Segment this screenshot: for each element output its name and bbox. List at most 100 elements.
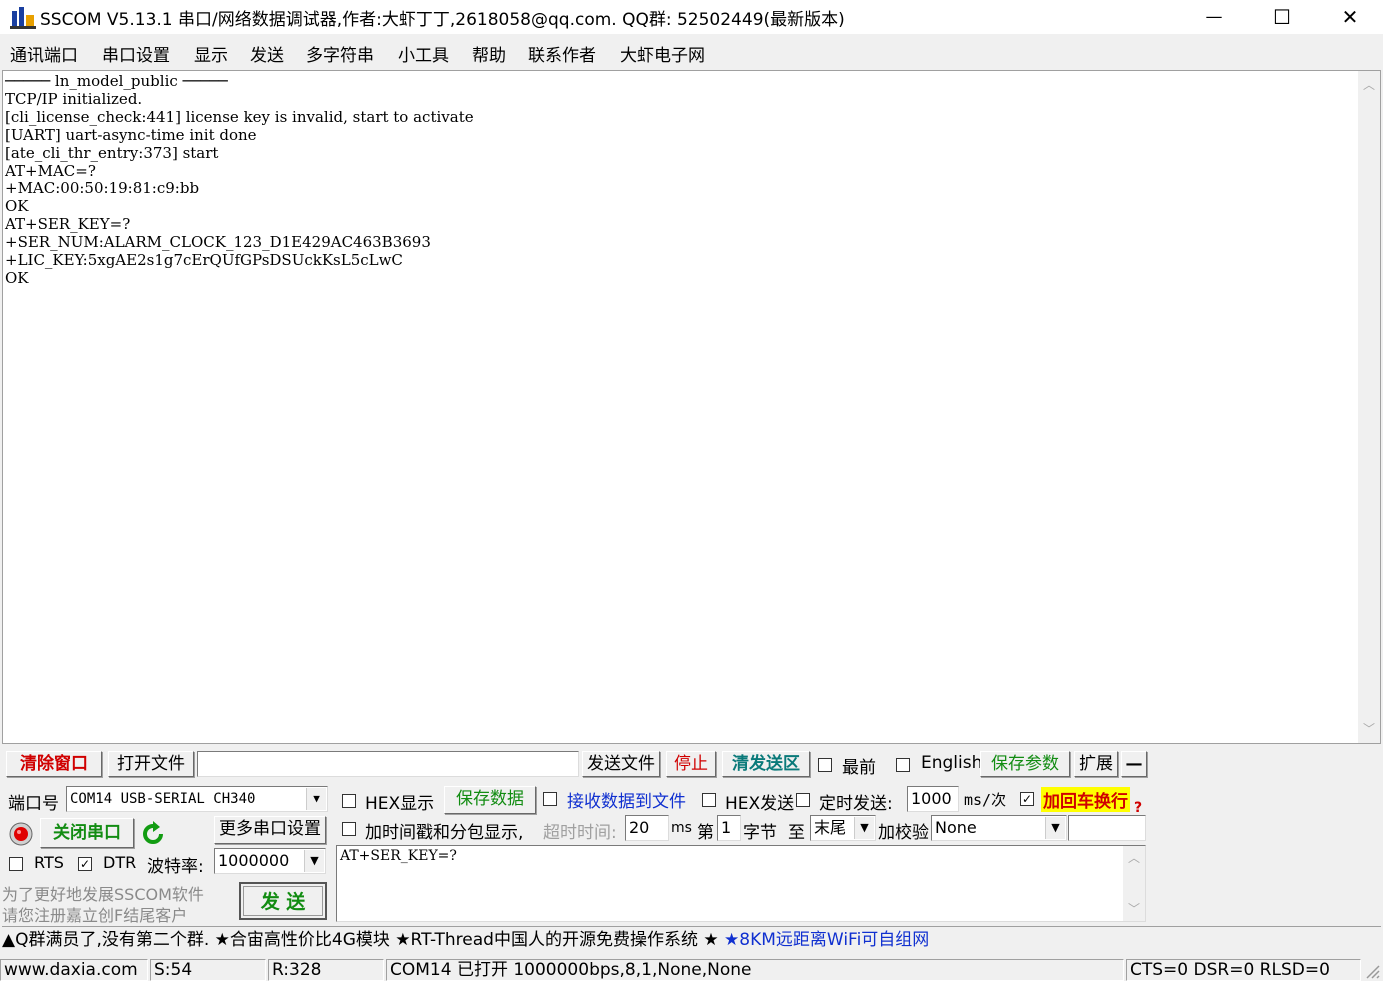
- minimize-icon: —: [1205, 7, 1223, 27]
- refresh-icon[interactable]: [141, 821, 165, 847]
- checksum-select-value: None: [935, 818, 977, 837]
- english-checkbox[interactable]: [896, 758, 910, 772]
- help-icon[interactable]: ?: [1134, 800, 1142, 816]
- hex-send-checkbox[interactable]: [702, 793, 716, 807]
- dtr-label: DTR: [103, 853, 137, 872]
- baud-select-value: 1000000: [218, 851, 290, 870]
- app-icon: [10, 5, 36, 29]
- stop-button[interactable]: 停止: [666, 751, 716, 777]
- timeout-label: 超时时间:: [543, 823, 617, 843]
- menu-bar: 通讯端口 串口设置 显示 发送 多字符串 小工具 帮助 联系作者 大虾电子网: [0, 38, 1383, 68]
- port-status-icon: [9, 822, 33, 846]
- status-received-count: R:328: [268, 959, 384, 981]
- interval-input[interactable]: 1000: [907, 786, 959, 812]
- receive-scrollbar[interactable]: ︿ ﹀: [1358, 71, 1380, 743]
- file-path-input[interactable]: [197, 751, 579, 777]
- menu-multi-string[interactable]: 多字符串: [306, 41, 374, 66]
- menu-comm-port[interactable]: 通讯端口: [10, 41, 78, 66]
- recv-to-file-label: 接收数据到文件: [567, 792, 686, 812]
- maximize-button[interactable]: ☐: [1248, 0, 1316, 34]
- hex-display-checkbox[interactable]: [342, 794, 356, 808]
- receive-area[interactable]: ───── ln_model_public ───── TCP/IP initi…: [2, 70, 1381, 744]
- topmost-label: 最前: [842, 758, 876, 778]
- ms-label: ms: [671, 820, 692, 836]
- promo-line-2[interactable]: 请您注册嘉立创F结尾客户: [2, 902, 187, 926]
- menu-send[interactable]: 发送: [250, 41, 284, 66]
- port-select-value: COM14 USB-SERIAL CH340: [70, 791, 256, 807]
- timeout-input[interactable]: 20: [625, 815, 669, 841]
- chevron-down-icon[interactable]: ▼: [1045, 817, 1065, 839]
- clear-send-button[interactable]: 清发送区: [722, 751, 810, 777]
- timestamp-checkbox[interactable]: [342, 822, 356, 836]
- send-scrollbar[interactable]: ︿ ﹀: [1123, 846, 1145, 921]
- ticker-text[interactable]: ▲Q群满员了,没有第二个群. ★合宙高性价比4G模块 ★RT-Thread中国人…: [2, 930, 724, 950]
- ticker-link[interactable]: ★8KM远距离WiFi可自组网: [724, 930, 929, 950]
- byte-label: 字节: [743, 823, 777, 843]
- close-port-button[interactable]: 关闭串口: [40, 818, 134, 848]
- append-crlf-checkbox[interactable]: ✓: [1020, 792, 1034, 806]
- more-serial-settings-button[interactable]: 更多串口设置: [214, 816, 326, 844]
- chevron-down-icon[interactable]: ▼: [854, 817, 874, 839]
- status-sent-count: S:54: [150, 959, 266, 981]
- hex-send-label: HEX发送: [725, 794, 795, 814]
- status-website[interactable]: www.daxia.com: [0, 959, 148, 981]
- port-label: 端口号: [8, 794, 59, 814]
- timestamp-label: 加时间戳和分包显示,: [365, 823, 524, 843]
- checksum-label: 加校验: [878, 823, 929, 843]
- close-button[interactable]: ✕: [1316, 0, 1383, 34]
- interval-unit-label: ms/次: [964, 791, 1007, 809]
- topmost-checkbox[interactable]: [818, 758, 832, 772]
- append-crlf-label: 加回车换行: [1041, 787, 1130, 812]
- hex-display-label: HEX显示: [365, 794, 435, 814]
- send-input[interactable]: AT+SER_KEY=? ︿ ﹀: [336, 845, 1146, 922]
- checksum-select[interactable]: None ▼: [931, 815, 1067, 841]
- collapse-button[interactable]: —: [1121, 751, 1147, 777]
- menu-daxia-site[interactable]: 大虾电子网: [620, 41, 705, 66]
- english-label: English: [921, 753, 983, 773]
- clear-window-button[interactable]: 清除窗口: [6, 751, 102, 777]
- menu-serial-settings[interactable]: 串口设置: [102, 41, 170, 66]
- rts-label: RTS: [34, 853, 64, 872]
- recv-to-file-checkbox[interactable]: [543, 792, 557, 806]
- rts-checkbox[interactable]: [9, 857, 23, 871]
- status-port-info: COM14 已打开 1000000bps,8,1,None,None: [386, 959, 1124, 981]
- open-file-button[interactable]: 打开文件: [108, 751, 194, 777]
- title-bar: SSCOM V5.13.1 串口/网络数据调试器,作者:大虾丁丁,2618058…: [0, 0, 1383, 34]
- end-select-value: 末尾: [814, 818, 847, 837]
- baud-select[interactable]: 1000000 ▼: [214, 848, 326, 874]
- timed-send-checkbox[interactable]: [796, 793, 810, 807]
- menu-display[interactable]: 显示: [194, 41, 228, 66]
- send-file-button[interactable]: 发送文件: [582, 751, 660, 777]
- receive-text: ───── ln_model_public ───── TCP/IP initi…: [5, 72, 474, 287]
- ticker-bar: ▲Q群满员了,没有第二个群. ★合宙高性价比4G模块 ★RT-Thread中国人…: [2, 926, 1381, 954]
- chevron-down-icon[interactable]: ▼: [304, 850, 324, 872]
- status-bar: www.daxia.com S:54 R:328 COM14 已打开 10000…: [0, 957, 1383, 981]
- scroll-up-icon[interactable]: ︿: [1123, 848, 1145, 868]
- menu-tools[interactable]: 小工具: [398, 41, 449, 66]
- nth-label: 第: [697, 823, 714, 843]
- menu-contact-author[interactable]: 联系作者: [528, 41, 596, 66]
- maximize-icon: ☐: [1273, 5, 1291, 29]
- scroll-up-icon[interactable]: ︿: [1358, 75, 1380, 95]
- expand-button[interactable]: 扩展: [1074, 751, 1118, 777]
- byte-start-input[interactable]: 1: [717, 815, 741, 841]
- scroll-down-icon[interactable]: ﹀: [1123, 899, 1145, 919]
- scroll-down-icon[interactable]: ﹀: [1358, 719, 1380, 739]
- minimize-button[interactable]: —: [1180, 0, 1248, 34]
- dtr-checkbox[interactable]: ✓: [78, 857, 92, 871]
- to-label: 至: [788, 823, 805, 843]
- send-button[interactable]: 发 送: [239, 882, 327, 920]
- chevron-down-icon[interactable]: ▼: [306, 788, 326, 810]
- save-data-button[interactable]: 保存数据: [444, 786, 536, 814]
- window-title: SSCOM V5.13.1 串口/网络数据调试器,作者:大虾丁丁,2618058…: [40, 10, 845, 30]
- resize-grip-icon[interactable]: [1364, 963, 1380, 979]
- send-input-text: AT+SER_KEY=?: [340, 848, 457, 864]
- port-select[interactable]: COM14 USB-SERIAL CH340 ▼: [66, 786, 328, 812]
- menu-help[interactable]: 帮助: [472, 41, 506, 66]
- status-line-signals: CTS=0 DSR=0 RLSD=0: [1126, 959, 1361, 981]
- baud-label: 波特率:: [147, 857, 204, 877]
- end-select[interactable]: 末尾 ▼: [810, 815, 876, 841]
- close-icon: ✕: [1341, 5, 1359, 29]
- timed-send-label: 定时发送:: [819, 794, 893, 814]
- save-params-button[interactable]: 保存参数: [980, 751, 1070, 777]
